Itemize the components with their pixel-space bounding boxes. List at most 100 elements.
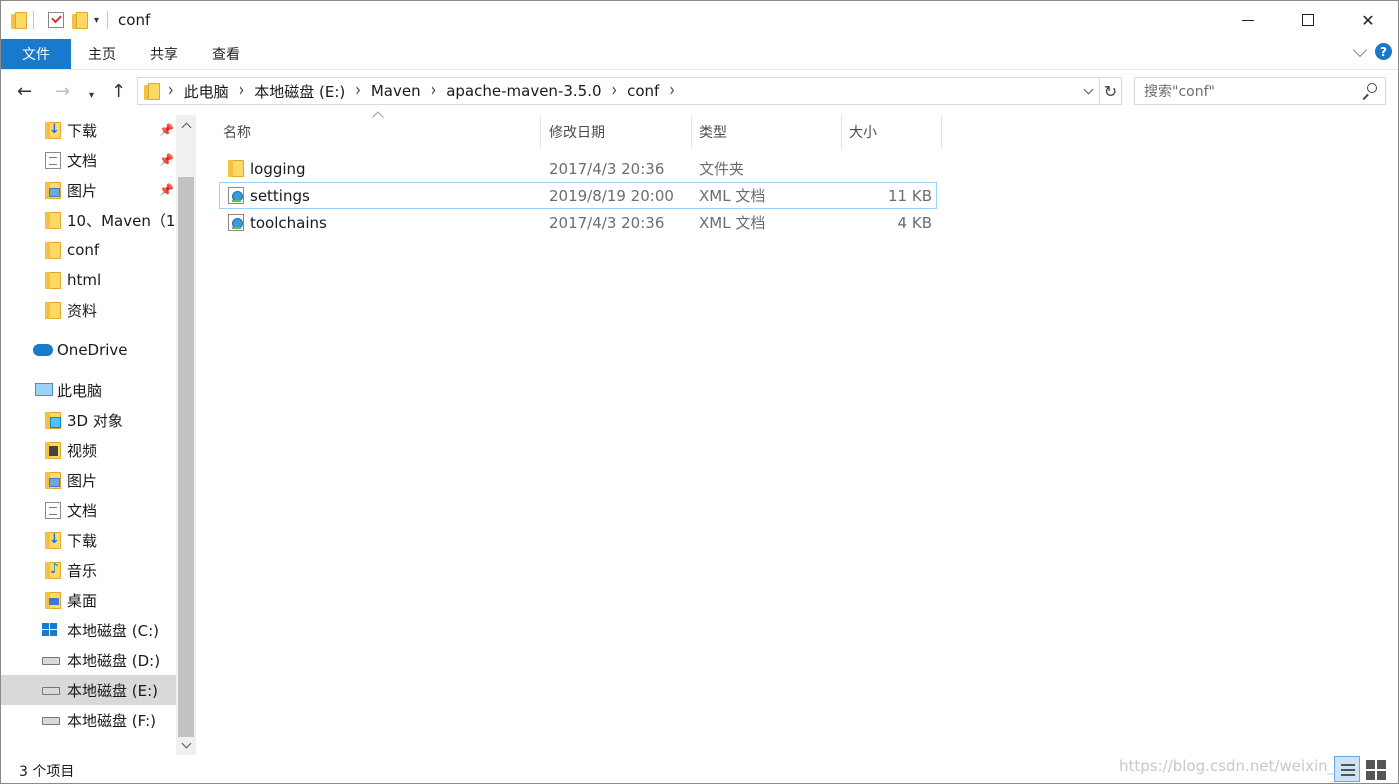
sidebar-item-label: conf [67, 241, 100, 259]
folder-icon [11, 11, 27, 29]
sidebar-item-label: 本地磁盘 (E:) [67, 681, 159, 700]
file-type: 文件夹 [699, 160, 745, 178]
sidebar-item-html[interactable]: html [1, 265, 176, 295]
sidebar-item-onedrive[interactable]: OneDrive [1, 335, 176, 365]
folder-icon [228, 160, 244, 177]
sidebar-item-drive-c[interactable]: 本地磁盘 (C:) [1, 615, 176, 645]
navigation-bar: ← → ▾ ↑ › 此电脑 › 本地磁盘 (E:) › Maven › apac… [1, 77, 1398, 107]
minimize-button[interactable] [1218, 1, 1278, 39]
download-folder-icon [45, 531, 61, 549]
column-header-name[interactable]: 名称 [219, 111, 541, 149]
details-view-button[interactable] [1334, 756, 1360, 782]
new-folder-icon[interactable] [72, 11, 88, 29]
forward-button[interactable]: → [55, 81, 70, 103]
sidebar-item-documents[interactable]: 文档 📌 [1, 145, 176, 175]
pin-icon[interactable]: 📌 [159, 183, 174, 197]
back-button[interactable]: ← [17, 81, 32, 103]
sidebar-item-music[interactable]: 音乐 [1, 555, 176, 585]
chevron-down-icon [181, 738, 191, 748]
sidebar-item-videos[interactable]: 视频 [1, 435, 176, 465]
breadcrumb-drive-e[interactable]: 本地磁盘 (E:) [254, 81, 345, 102]
navigation-pane: 下载 📌 文档 📌 图片 📌 10、Maven（1） conf html 资料 [1, 115, 197, 755]
large-icons-view-button[interactable] [1362, 756, 1388, 782]
pin-icon[interactable]: 📌 [159, 123, 174, 137]
address-history-button[interactable] [1077, 78, 1099, 104]
xml-file-icon [228, 187, 244, 204]
breadcrumb-separator-icon[interactable]: › [612, 81, 618, 102]
sidebar-item-downloads[interactable]: 下载 📌 [1, 115, 176, 145]
scroll-up-button[interactable] [176, 115, 196, 135]
sidebar-item-drive-f[interactable]: 本地磁盘 (F:) [1, 705, 176, 735]
sidebar-item-materials[interactable]: 资料 [1, 295, 176, 325]
close-button[interactable]: ✕ [1338, 1, 1398, 39]
large-icons-view-icon [1366, 771, 1375, 780]
search-box[interactable]: 搜索"conf" [1134, 77, 1386, 105]
tab-view[interactable]: 查看 [195, 39, 257, 69]
tab-file[interactable]: 文件 [1, 39, 71, 69]
file-row[interactable]: logging 2017/4/3 20:36 文件夹 [219, 155, 937, 182]
breadcrumb-this-pc[interactable]: 此电脑 [184, 81, 229, 102]
breadcrumb-apache-maven[interactable]: apache-maven-3.5.0 [446, 82, 601, 100]
maximize-button[interactable] [1278, 1, 1338, 39]
column-header-label: 名称 [223, 125, 251, 141]
column-header-label: 修改日期 [549, 125, 605, 141]
sidebar-item-downloads-pc[interactable]: 下载 [1, 525, 176, 555]
sidebar-item-3d-objects[interactable]: 3D 对象 [1, 405, 176, 435]
sidebar-item-this-pc[interactable]: 此电脑 [1, 375, 176, 405]
expand-ribbon-icon[interactable] [1352, 42, 1368, 57]
file-date: 2017/4/3 20:36 [549, 159, 665, 178]
onedrive-icon [33, 344, 53, 356]
sidebar-item-maven-folder[interactable]: 10、Maven（1） [1, 205, 190, 235]
column-header-size[interactable]: 大小 [845, 115, 942, 149]
details-view-icon [1341, 764, 1355, 766]
properties-icon[interactable] [48, 12, 64, 28]
watermark: https://blog.csdn.net/weixin_44 [1119, 757, 1355, 775]
file-row[interactable]: settings 2019/8/19 20:00 XML 文档 11 KB [219, 182, 937, 209]
refresh-button[interactable]: ↻ [1099, 78, 1121, 104]
sidebar-item-pictures[interactable]: 图片 📌 [1, 175, 176, 205]
sidebar-scrollbar[interactable] [176, 115, 196, 755]
breadcrumb-separator-icon[interactable]: › [431, 81, 437, 102]
help-icon[interactable]: ? [1375, 43, 1392, 60]
file-row[interactable]: toolchains 2017/4/3 20:36 XML 文档 4 KB [219, 209, 937, 236]
toolbar-divider [107, 11, 109, 29]
search-icon[interactable] [1361, 83, 1377, 100]
sidebar-item-drive-e[interactable]: 本地磁盘 (E:) [1, 675, 176, 705]
search-placeholder: 搜索"conf" [1144, 84, 1215, 100]
file-size: 11 KB [888, 186, 932, 205]
breadcrumb-separator-icon[interactable]: › [669, 81, 675, 102]
sidebar-item-documents-pc[interactable]: 文档 [1, 495, 176, 525]
sidebar-item-label: 本地磁盘 (C:) [67, 621, 159, 640]
up-button[interactable]: ↑ [111, 81, 126, 103]
drive-icon [42, 687, 60, 695]
tab-home[interactable]: 主页 [71, 39, 133, 69]
recent-locations-dropdown[interactable]: ▾ [89, 85, 94, 107]
large-icons-view-icon [1377, 771, 1386, 780]
sidebar-item-drive-d[interactable]: 本地磁盘 (D:) [1, 645, 176, 675]
folder-icon [144, 82, 160, 100]
scrollbar-thumb[interactable] [178, 177, 194, 737]
sidebar-item-conf[interactable]: conf [1, 235, 176, 265]
sidebar-item-label: 图片 [67, 181, 98, 200]
chevron-down-icon [1083, 84, 1093, 94]
address-bar[interactable]: › 此电脑 › 本地磁盘 (E:) › Maven › apache-maven… [137, 77, 1122, 105]
pin-icon[interactable]: 📌 [159, 153, 174, 167]
sidebar-item-label: 下载 [67, 121, 98, 140]
customize-toolbar-dropdown-icon[interactable]: ▾ [94, 15, 99, 26]
sidebar-item-label: 文档 [67, 151, 98, 170]
breadcrumb-separator-icon[interactable]: › [168, 81, 174, 102]
breadcrumb-separator-icon[interactable]: › [239, 81, 245, 102]
scroll-down-button[interactable] [176, 735, 196, 755]
sidebar-item-desktop[interactable]: 桌面 [1, 585, 176, 615]
tab-share[interactable]: 共享 [133, 39, 195, 69]
column-header-label: 类型 [699, 125, 727, 141]
computer-icon [35, 383, 53, 396]
sidebar-item-pictures-pc[interactable]: 图片 [1, 465, 176, 495]
pictures-folder-icon [45, 181, 61, 199]
column-header-type[interactable]: 类型 [695, 115, 842, 149]
breadcrumb-separator-icon[interactable]: › [355, 81, 361, 102]
breadcrumb-maven[interactable]: Maven [371, 82, 421, 100]
breadcrumb-conf[interactable]: conf [627, 82, 659, 100]
column-header-date[interactable]: 修改日期 [545, 115, 692, 149]
sidebar-item-label: 音乐 [67, 561, 98, 580]
